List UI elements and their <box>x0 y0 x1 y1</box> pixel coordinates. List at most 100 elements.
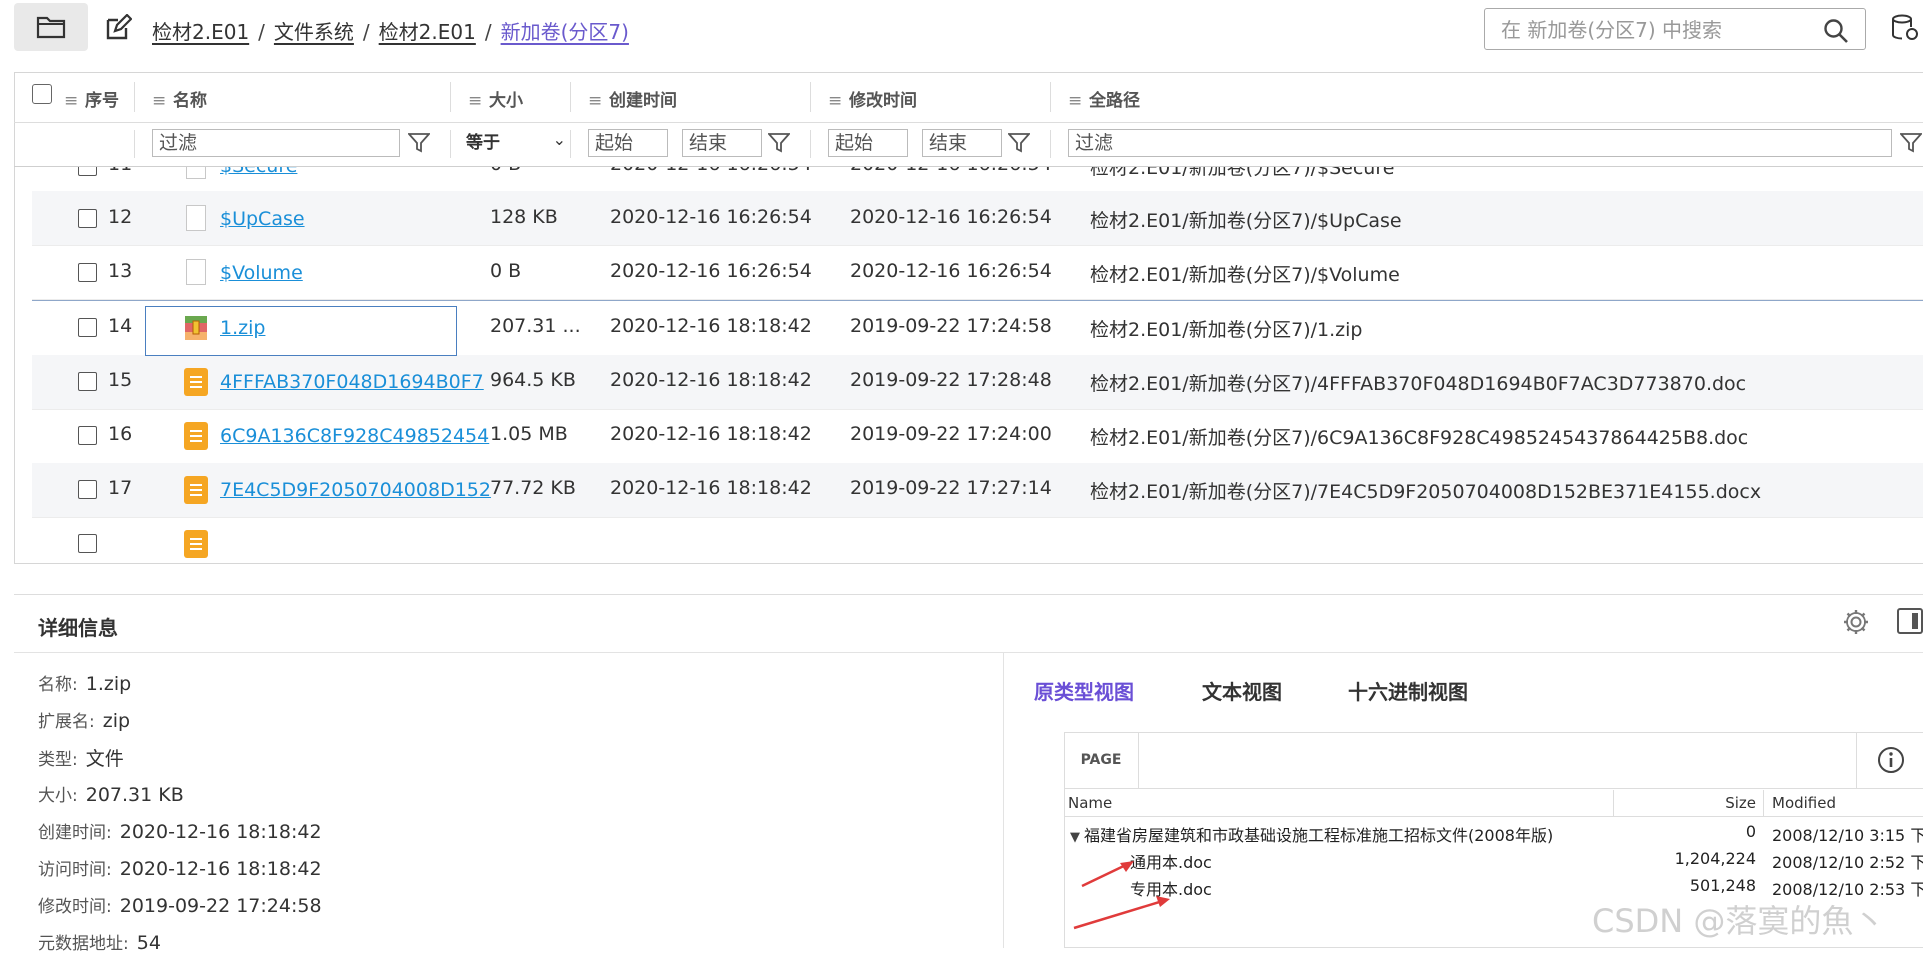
row-checkbox[interactable] <box>78 534 97 553</box>
row-checkbox[interactable] <box>78 318 97 337</box>
search-input[interactable] <box>1499 15 1803 45</box>
prop-value: 文件 <box>85 748 124 770</box>
select-all-checkbox[interactable] <box>32 84 52 104</box>
database-search-icon[interactable] <box>1890 14 1923 44</box>
prop-key: 元数据地址: <box>38 934 129 954</box>
red-arrow <box>1073 898 1167 930</box>
filter-icon[interactable] <box>768 133 790 153</box>
archive-folder-name: 福建省房屋建筑和市政基础设施工程标准施工招标文件(2008年版) <box>1084 826 1554 845</box>
modified-end-input[interactable]: 结束 <box>922 129 1002 157</box>
red-arrowhead <box>1156 896 1170 907</box>
file-name-link[interactable]: $Secure <box>220 167 297 177</box>
archive-file-modified: 2008/12/10 2:52 下 <box>1772 853 1923 872</box>
row-checkbox[interactable] <box>78 372 97 391</box>
created-start-input[interactable]: 起始 <box>588 129 668 157</box>
created-time: 2020-12-16 18:18:42 <box>610 315 812 337</box>
file-size: 964.5 KB <box>490 369 576 391</box>
modified-time: 2020-12-16 16:26:54 <box>850 167 1052 175</box>
column-divider[interactable] <box>810 82 811 112</box>
page-button[interactable]: PAGE <box>1064 732 1139 788</box>
column-modified[interactable]: ≡ 修改时间 <box>828 86 917 111</box>
row-checkbox[interactable] <box>78 209 97 228</box>
modified-start-input[interactable]: 起始 <box>828 129 908 157</box>
table-row[interactable]: 17 7E4C5D9F2050704008D152 77.72 KB 2020-… <box>32 463 1923 518</box>
file-size: 128 KB <box>490 206 558 228</box>
table-row[interactable]: 15 4FFFAB370F048D1694B0F7 964.5 KB 2020-… <box>32 355 1923 410</box>
annotation-arrows <box>1073 861 1170 930</box>
table-row[interactable] <box>32 517 1923 562</box>
column-divider[interactable] <box>450 82 451 112</box>
filter-icon[interactable] <box>1900 133 1922 153</box>
size-operator-value: 等于 <box>466 133 500 153</box>
row-checkbox[interactable] <box>78 167 97 176</box>
chevron-down-icon: ⌄ <box>552 130 566 149</box>
column-modified-label: 修改时间 <box>849 91 917 111</box>
file-name-link[interactable]: $UpCase <box>220 208 305 230</box>
path-filter-input[interactable]: 过滤 <box>1068 129 1892 157</box>
breadcrumb-item[interactable]: 检材2.E01 <box>379 20 476 44</box>
column-fullpath-label: 全路径 <box>1089 91 1140 111</box>
column-index[interactable]: ≡ 序号 <box>64 86 119 111</box>
details-divider <box>1003 652 1004 948</box>
details-title: 详细信息 <box>38 616 118 640</box>
folder-button[interactable] <box>14 3 88 51</box>
column-name[interactable]: ≡ 名称 <box>152 86 207 111</box>
file-name-link[interactable]: 6C9A136C8F928C49852454 <box>220 425 489 447</box>
modified-time: 2020-12-16 16:26:54 <box>850 206 1052 228</box>
column-divider[interactable] <box>134 82 135 112</box>
preview-col-size[interactable]: Size <box>1600 794 1756 812</box>
breadcrumb-item[interactable]: 文件系统 <box>274 20 354 44</box>
file-name-cell: 4FFFAB370F048D1694B0F7 <box>220 371 484 393</box>
prop-name: 名称: 1.zip <box>38 670 131 695</box>
column-size[interactable]: ≡ 大小 <box>468 86 523 111</box>
tab-text-view[interactable]: 文本视图 <box>1202 676 1282 705</box>
preview-col-modified[interactable]: Modified <box>1772 794 1836 812</box>
archive-file-size: 501,248 <box>1689 876 1756 895</box>
name-filter-input[interactable]: 过滤 <box>152 129 400 157</box>
size-operator-select[interactable]: 等于 ⌄ <box>466 128 570 158</box>
filter-icon[interactable] <box>408 133 430 153</box>
column-divider[interactable] <box>570 82 571 112</box>
column-fullpath[interactable]: ≡ 全路径 <box>1068 86 1140 111</box>
menu-icon: ≡ <box>152 91 167 111</box>
tab-native-view[interactable]: 原类型视图 <box>1034 676 1134 705</box>
created-end-input[interactable]: 结束 <box>682 129 762 157</box>
table-row[interactable]: 16 6C9A136C8F928C49852454 1.05 MB 2020-1… <box>32 409 1923 464</box>
column-divider[interactable] <box>1050 82 1051 112</box>
row-checkbox[interactable] <box>78 263 97 282</box>
column-divider[interactable] <box>1763 790 1764 816</box>
file-name-link[interactable]: $Volume <box>220 262 303 284</box>
preview-col-name[interactable]: Name <box>1068 794 1112 812</box>
file-size: 207.31 ... <box>490 315 581 337</box>
tab-hex-view[interactable]: 十六进制视图 <box>1348 676 1468 705</box>
column-size-label: 大小 <box>489 91 523 111</box>
prop-value: 2019-09-22 17:24:58 <box>119 895 322 917</box>
created-time: 2020-12-16 18:18:42 <box>610 423 812 445</box>
created-time: 2020-12-16 18:18:42 <box>610 369 812 391</box>
row-checkbox[interactable] <box>78 480 97 499</box>
search-icon[interactable] <box>1823 18 1849 44</box>
table-row[interactable]: 11 $Secure 0 B 2020-12-16 16:26:54 2020-… <box>32 167 1923 192</box>
gear-icon[interactable] <box>1842 608 1870 636</box>
filter-icon[interactable] <box>1008 133 1030 153</box>
prop-extension: 扩展名: zip <box>38 707 130 732</box>
info-button[interactable] <box>1856 732 1923 788</box>
panel-toggle-icon[interactable] <box>1897 608 1923 634</box>
table-row[interactable]: 13 $Volume 0 B 2020-12-16 16:26:54 2020-… <box>32 245 1923 300</box>
prop-value: 2020-12-16 18:18:42 <box>119 858 322 880</box>
expand-triangle-icon[interactable]: ▼ <box>1070 830 1080 845</box>
folder-icon <box>36 16 66 39</box>
file-icon <box>186 167 206 179</box>
breadcrumb-current[interactable]: 新加卷(分区7) <box>501 20 629 44</box>
prop-key: 修改时间: <box>38 897 112 917</box>
full-path: 检材2.E01/新加卷(分区7)/4FFFAB370F048D1694B0F7A… <box>1090 373 1747 395</box>
edit-button[interactable] <box>104 13 133 42</box>
table-row[interactable]: 12 $UpCase 128 KB 2020-12-16 16:26:54 20… <box>32 191 1923 246</box>
row-checkbox[interactable] <box>78 426 97 445</box>
file-name-link[interactable]: 7E4C5D9F2050704008D152 <box>220 479 491 501</box>
archive-folder-row[interactable]: ▼ 福建省房屋建筑和市政基础设施工程标准施工招标文件(2008年版) <box>1070 822 1553 846</box>
breadcrumb-item[interactable]: 检材2.E01 <box>152 20 249 44</box>
column-created[interactable]: ≡ 创建时间 <box>588 86 677 111</box>
full-path: 检材2.E01/新加卷(分区7)/6C9A136C8F928C498524543… <box>1090 427 1749 449</box>
file-name-link[interactable]: 4FFFAB370F048D1694B0F7 <box>220 371 484 393</box>
